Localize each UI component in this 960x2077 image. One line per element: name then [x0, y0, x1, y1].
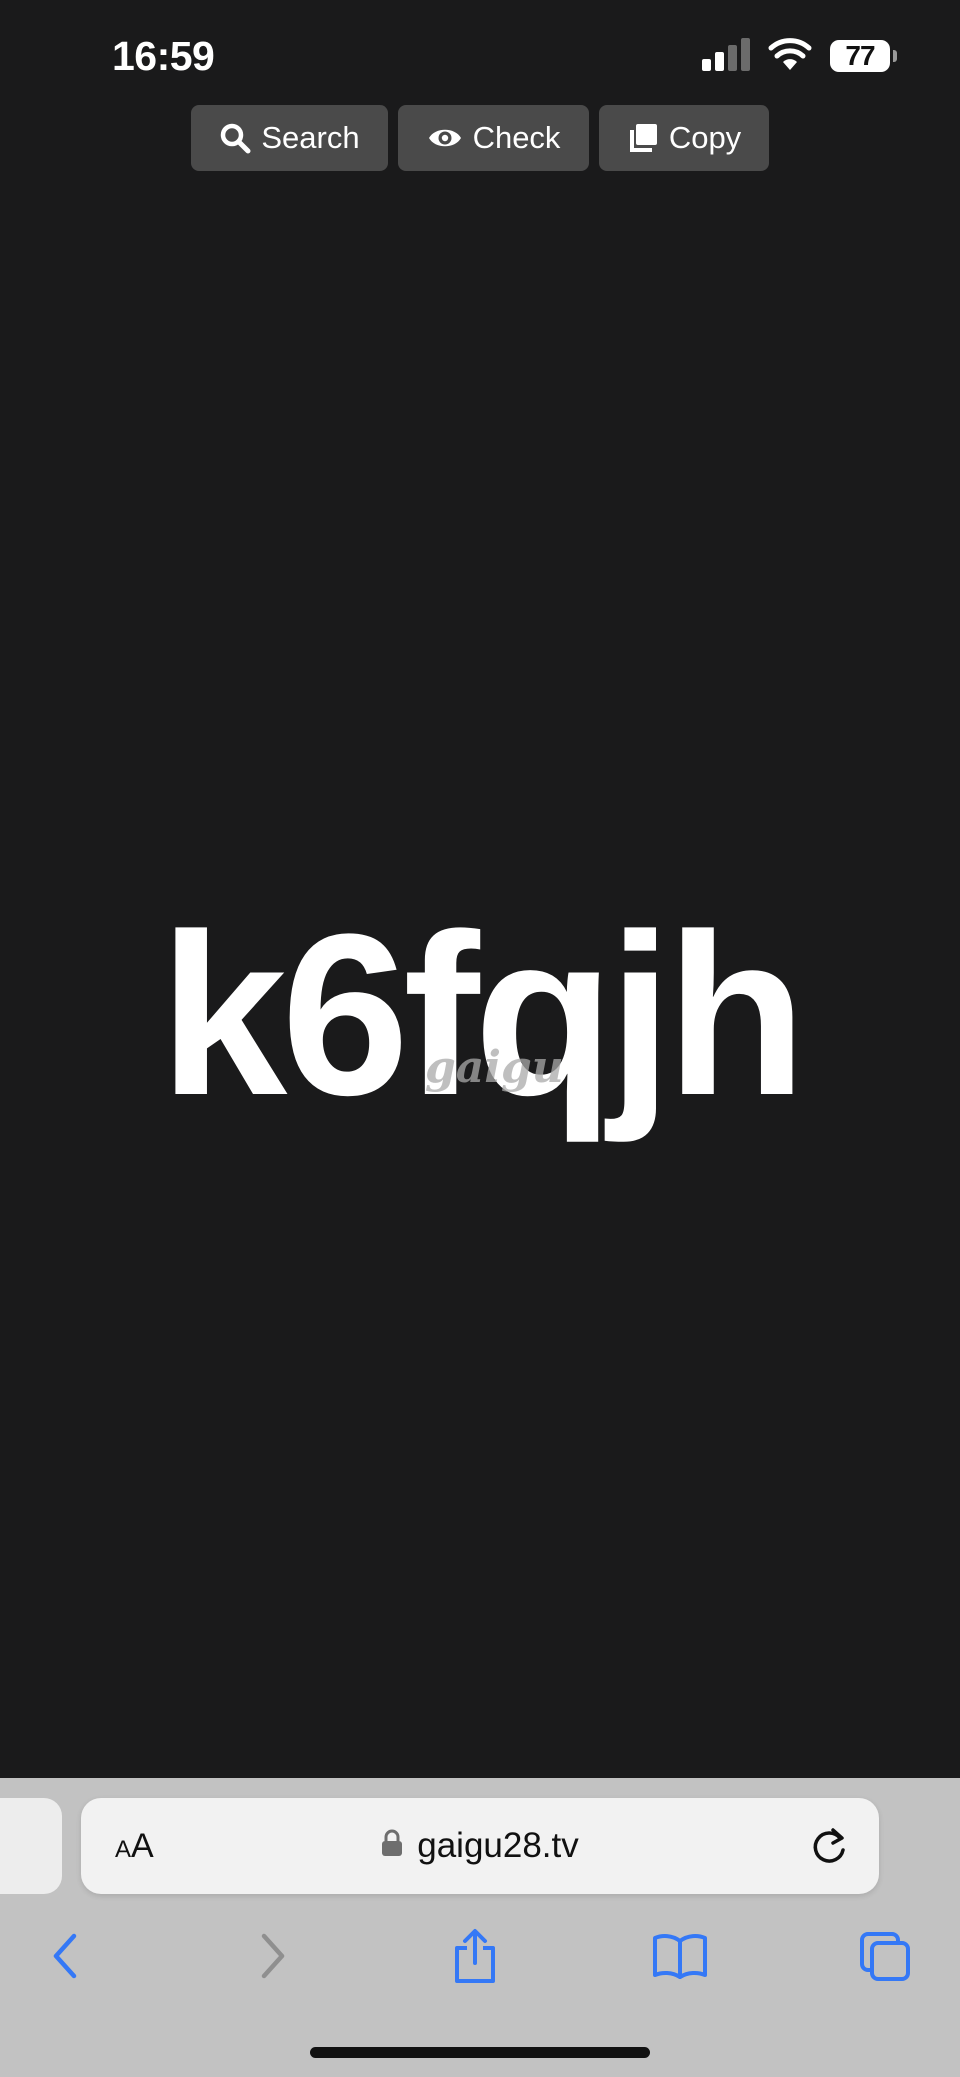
url-text: gaigu28.tv — [417, 1826, 579, 1865]
reload-icon — [809, 1828, 849, 1870]
address-bar[interactable]: AA gaigu28.tv — [81, 1798, 879, 1894]
browser-toolbar — [0, 1923, 960, 1993]
chevron-left-icon — [50, 1933, 80, 1984]
home-indicator[interactable] — [310, 2047, 650, 2058]
url-display[interactable]: gaigu28.tv — [81, 1820, 879, 1872]
watermark: gaigu — [425, 1042, 564, 1093]
check-button[interactable]: Check — [398, 105, 589, 171]
bookmarks-button[interactable] — [645, 1923, 715, 1993]
check-button-label: Check — [472, 120, 561, 155]
signal-icon — [700, 37, 750, 76]
reload-button[interactable] — [809, 1824, 849, 1871]
copy-icon — [627, 122, 659, 154]
action-buttons: Search Check Copy — [191, 105, 769, 171]
book-icon — [652, 1933, 708, 1984]
chevron-right-icon — [258, 1933, 288, 1984]
tabs-icon — [859, 1931, 911, 1986]
status-time: 16:59 — [112, 33, 215, 79]
previous-tab-preview[interactable] — [0, 1798, 62, 1894]
status-icons: 77 — [700, 36, 897, 76]
battery-level: 77 — [845, 40, 875, 71]
back-button[interactable] — [30, 1923, 100, 1993]
share-icon — [452, 1928, 498, 1989]
search-button[interactable]: Search — [191, 105, 388, 171]
forward-button[interactable] — [238, 1923, 308, 1993]
verification-code: k6fqjh — [159, 886, 806, 1143]
tabs-button[interactable] — [850, 1923, 920, 1993]
search-icon — [219, 122, 251, 154]
wifi-icon — [768, 37, 812, 76]
copy-button-label: Copy — [668, 120, 742, 155]
browser-bottom-bar: AA gaigu28.tv — [0, 1778, 960, 2077]
copy-button[interactable]: Copy — [599, 105, 769, 171]
share-button[interactable] — [440, 1923, 510, 1993]
eye-icon — [427, 124, 463, 152]
search-button-label: Search — [261, 120, 360, 155]
lock-icon — [381, 1820, 403, 1872]
battery-icon: 77 — [830, 40, 897, 72]
